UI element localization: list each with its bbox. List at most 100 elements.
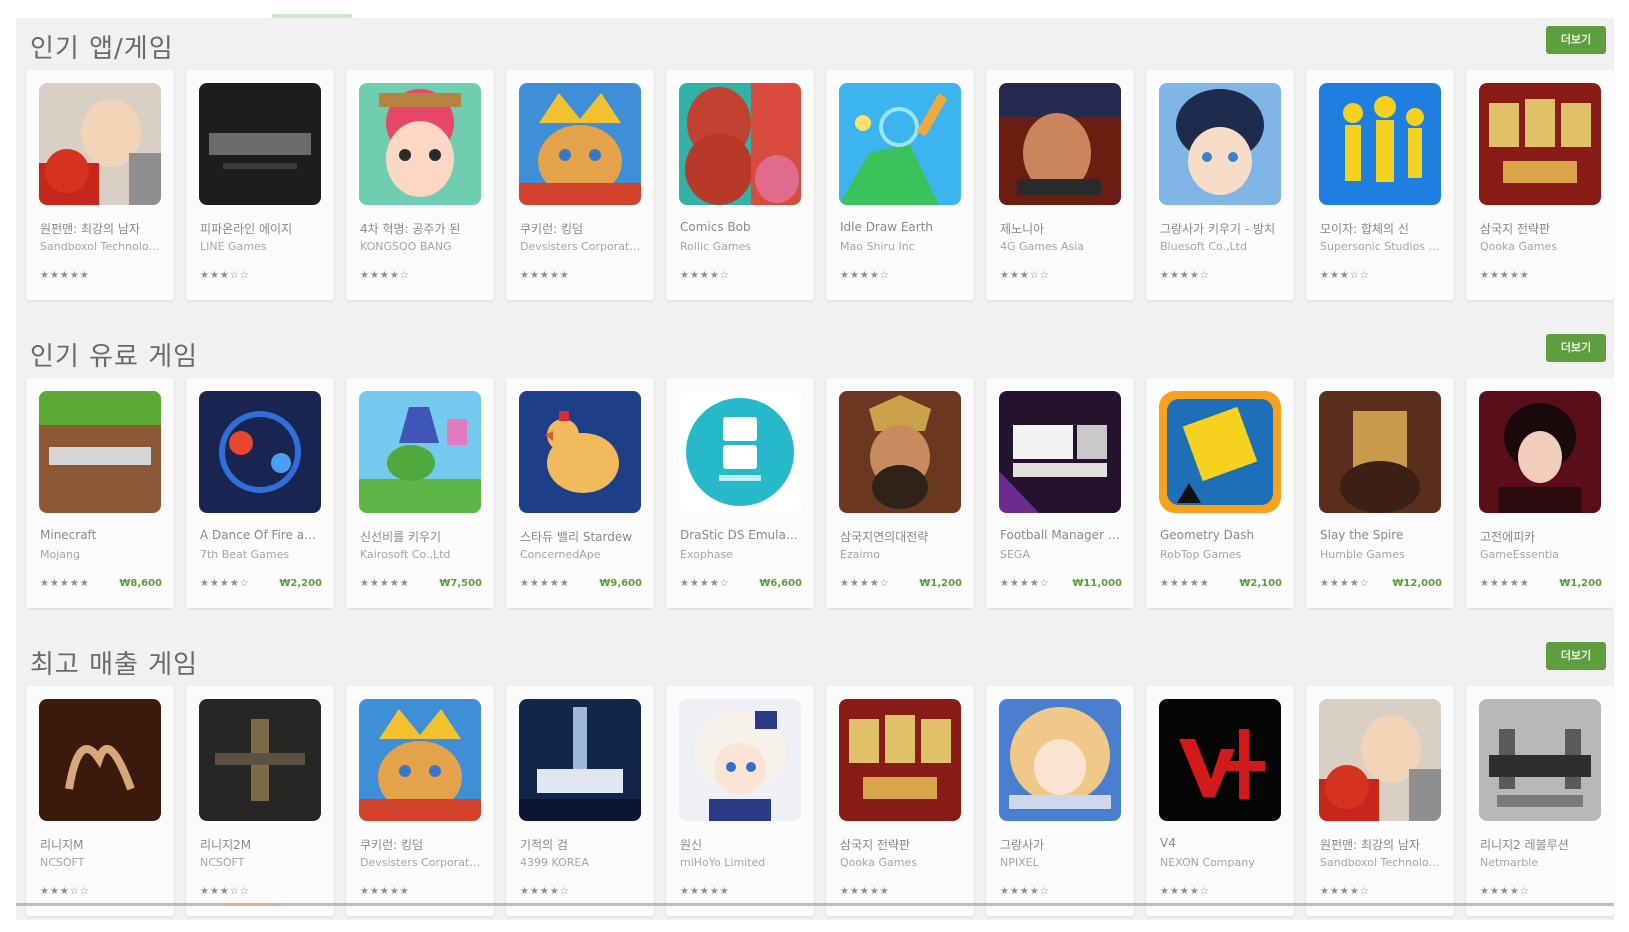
app-developer[interactable]: 4G Games Asia: [1000, 240, 1122, 253]
app-title[interactable]: 원펀맨: 최강의 남자: [40, 220, 162, 237]
sword-castle-icon[interactable]: [519, 699, 641, 821]
geometry-cube-icon[interactable]: [1159, 391, 1281, 513]
app-title[interactable]: 고전에피카: [1480, 528, 1602, 545]
red-banner-icon[interactable]: [839, 699, 961, 821]
app-title[interactable]: Slay the Spire: [1320, 528, 1442, 542]
blonde-girl-icon[interactable]: [999, 699, 1121, 821]
app-developer[interactable]: Qooka Games: [1480, 240, 1602, 253]
app-title[interactable]: Idle Draw Earth: [840, 220, 962, 234]
app-title[interactable]: 리니지M: [40, 836, 162, 853]
app-card[interactable]: 4차 혁명: 공주가 된 KONGSOO BANG ★★★★☆: [346, 70, 494, 300]
app-developer[interactable]: Rollic Games: [680, 240, 802, 253]
fire-ice-orbs-icon[interactable]: [199, 391, 321, 513]
app-card[interactable]: 모이자: 합체의 신 Supersonic Studios LTD ★★★☆☆: [1306, 70, 1454, 300]
app-title[interactable]: V4: [1160, 836, 1282, 850]
app-card[interactable]: 리니지M NCSOFT ★★★☆☆: [26, 686, 174, 916]
app-developer[interactable]: NCSOFT: [200, 856, 322, 869]
bald-hero-icon[interactable]: [1319, 699, 1441, 821]
app-card[interactable]: Minecraft Mojang ★★★★★ ₩8,600: [26, 378, 174, 608]
app-title[interactable]: 기적의 검: [520, 836, 642, 853]
app-title[interactable]: 그랑사가 키우기 - 방치: [1160, 220, 1282, 237]
app-developer[interactable]: NPIXEL: [1000, 856, 1122, 869]
app-developer[interactable]: Ezaimo: [840, 548, 962, 561]
golden-knight-icon[interactable]: [1319, 391, 1441, 513]
app-developer[interactable]: Humble Games: [1320, 548, 1442, 561]
app-developer[interactable]: Mao Shiru Inc: [840, 240, 962, 253]
app-card[interactable]: Slay the Spire Humble Games ★★★★☆ ₩12,00…: [1306, 378, 1454, 608]
warrior-face-icon[interactable]: [999, 83, 1121, 205]
bottom-scrollbar-thumb[interactable]: [224, 903, 280, 906]
app-title[interactable]: DraStic DS Emulator: [680, 528, 802, 542]
see-more-button[interactable]: 더보기: [1546, 334, 1606, 362]
app-card[interactable]: V4 NEXON Company ★★★★☆: [1146, 686, 1294, 916]
app-developer[interactable]: RobTop Games: [1160, 548, 1282, 561]
app-developer[interactable]: Exophase: [680, 548, 802, 561]
app-title[interactable]: 리니지2M: [200, 836, 322, 853]
app-title[interactable]: 쿠키런: 킹덤: [360, 836, 482, 853]
app-developer[interactable]: LINE Games: [200, 240, 322, 253]
grey-castle-icon[interactable]: [1479, 699, 1601, 821]
bearded-man-icon[interactable]: [679, 83, 801, 205]
see-more-button[interactable]: 더보기: [1546, 642, 1606, 670]
app-title[interactable]: Comics Bob: [680, 220, 802, 234]
app-title[interactable]: 삼국지 전략판: [1480, 220, 1602, 237]
app-developer[interactable]: 7th Beat Games: [200, 548, 322, 561]
app-card[interactable]: 삼국지 전략판 Qooka Games ★★★★★: [1466, 70, 1614, 300]
app-developer[interactable]: Bluesoft Co.,Ltd: [1160, 240, 1282, 253]
anime-boy-icon[interactable]: [1159, 83, 1281, 205]
app-title[interactable]: 리니지2 레볼루션: [1480, 836, 1602, 853]
app-card[interactable]: 신선비를 키우기 Kairosoft Co.,Ltd ★★★★★ ₩7,500: [346, 378, 494, 608]
app-card[interactable]: 리니지2 레볼루션 Netmarble ★★★★☆: [1466, 686, 1614, 916]
app-title[interactable]: 모이자: 합체의 신: [1320, 220, 1442, 237]
lineage-m-icon[interactable]: [39, 699, 161, 821]
app-developer[interactable]: NCSOFT: [40, 856, 162, 869]
app-card[interactable]: A Dance Of Fire and Ice 7th Beat Games ★…: [186, 378, 334, 608]
app-title[interactable]: 원펀맨: 최강의 남자: [1320, 836, 1442, 853]
lineage-2m-icon[interactable]: [199, 699, 321, 821]
dark-girl-icon[interactable]: [1479, 391, 1601, 513]
pixel-wizard-icon[interactable]: [359, 391, 481, 513]
app-title[interactable]: 삼국지연의대전략: [840, 528, 962, 545]
app-card[interactable]: 삼국지 전략판 Qooka Games ★★★★★: [826, 686, 974, 916]
app-developer[interactable]: SEGA: [1000, 548, 1122, 561]
app-card[interactable]: Comics Bob Rollic Games ★★★★☆: [666, 70, 814, 300]
app-card[interactable]: 원펀맨: 최강의 남자 Sandboxol Technology ★★★★★: [26, 70, 174, 300]
app-developer[interactable]: Devsisters Corporation: [360, 856, 482, 869]
app-developer[interactable]: GameEssentia: [1480, 548, 1602, 561]
red-banner-icon[interactable]: [1479, 83, 1601, 205]
app-card[interactable]: Geometry Dash RobTop Games ★★★★★ ₩2,100: [1146, 378, 1294, 608]
app-card[interactable]: 피파온라인 에이지 LINE Games ★★★☆☆: [186, 70, 334, 300]
app-developer[interactable]: Qooka Games: [840, 856, 962, 869]
app-developer[interactable]: KONGSOO BANG: [360, 240, 482, 253]
app-title[interactable]: Geometry Dash: [1160, 528, 1282, 542]
app-developer[interactable]: Sandboxol Technology: [40, 240, 162, 253]
app-developer[interactable]: Netmarble: [1480, 856, 1602, 869]
app-developer[interactable]: Kairosoft Co.,Ltd: [360, 548, 482, 561]
white-hair-girl-icon[interactable]: [679, 699, 801, 821]
app-card[interactable]: 원펀맨: 최강의 남자 Sandboxol Technology ★★★★☆: [1306, 686, 1454, 916]
app-card[interactable]: 고전에피카 GameEssentia ★★★★★ ₩1,200: [1466, 378, 1614, 608]
app-card[interactable]: 삼국지연의대전략 Ezaimo ★★★★☆ ₩1,200: [826, 378, 974, 608]
app-developer[interactable]: ConcernedApe: [520, 548, 642, 561]
app-card[interactable]: 원신 miHoYo Limited ★★★★★: [666, 686, 814, 916]
cookie-king-icon[interactable]: [359, 699, 481, 821]
app-card[interactable]: 그랑사가 키우기 - 방치 Bluesoft Co.,Ltd ★★★★☆: [1146, 70, 1294, 300]
fm-mobile-icon[interactable]: [999, 391, 1121, 513]
app-title[interactable]: A Dance Of Fire and Ice: [200, 528, 322, 542]
app-title[interactable]: 4차 혁명: 공주가 된: [360, 220, 482, 237]
app-title[interactable]: 원신: [680, 836, 802, 853]
anime-girl-icon[interactable]: [359, 83, 481, 205]
yellow-crowd-icon[interactable]: [1319, 83, 1441, 205]
cookie-king-icon[interactable]: [519, 83, 641, 205]
app-card[interactable]: Idle Draw Earth Mao Shiru Inc ★★★★☆: [826, 70, 974, 300]
app-card[interactable]: DraStic DS Emulator Exophase ★★★★☆ ₩6,60…: [666, 378, 814, 608]
app-developer[interactable]: NEXON Company: [1160, 856, 1282, 869]
grass-block-icon[interactable]: [39, 391, 161, 513]
app-card[interactable]: 스타듀 밸리 Stardew ConcernedApe ★★★★★ ₩9,600: [506, 378, 654, 608]
pencil-draw-icon[interactable]: [839, 83, 961, 205]
chicken-icon[interactable]: [519, 391, 641, 513]
app-card[interactable]: 쿠키런: 킹덤 Devsisters Corporation ★★★★★: [506, 70, 654, 300]
app-developer[interactable]: Sandboxol Technology: [1320, 856, 1442, 869]
app-title[interactable]: 신선비를 키우기: [360, 528, 482, 545]
app-card[interactable]: 리니지2M NCSOFT ★★★☆☆: [186, 686, 334, 916]
